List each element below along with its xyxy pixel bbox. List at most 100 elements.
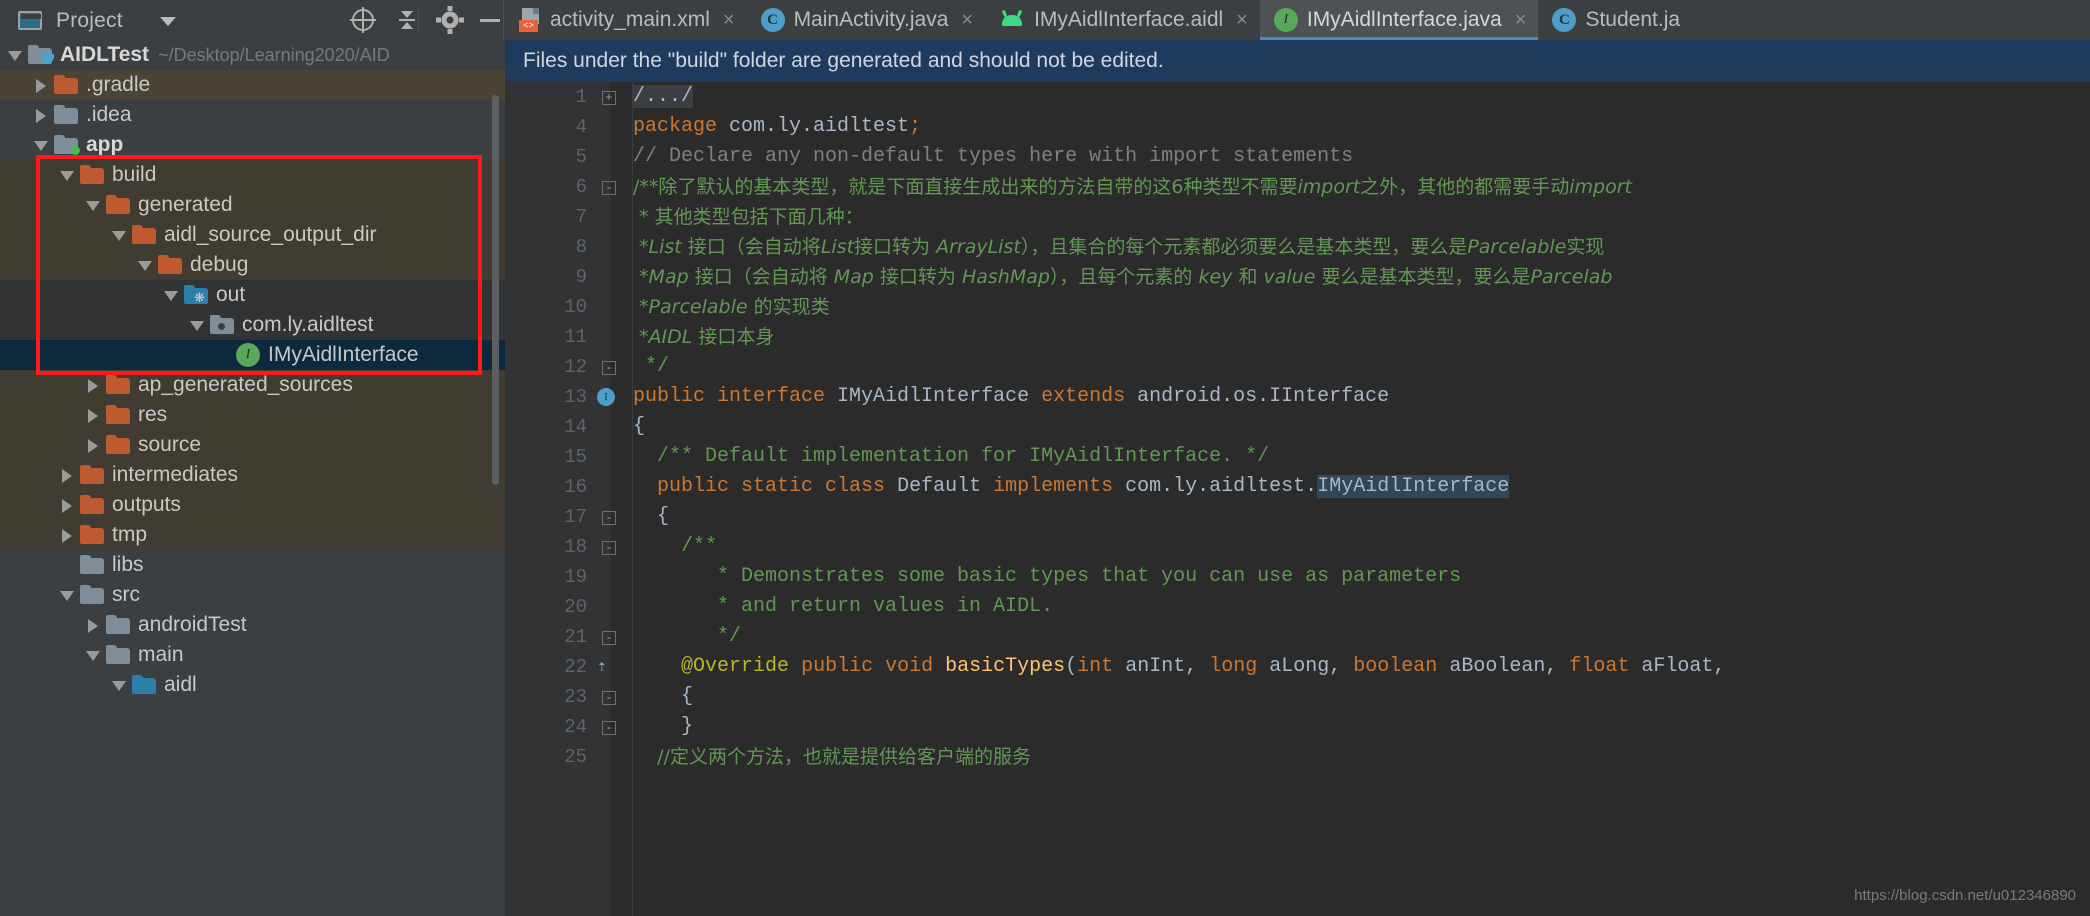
tree-item-androidtest[interactable]: androidTest	[0, 610, 505, 640]
editor-tab-3[interactable]: I IMyAidlInterface.java ×	[1259, 0, 1539, 40]
chevron-down-icon[interactable]	[34, 138, 48, 152]
fold-toggle-icon[interactable]: +	[602, 91, 616, 105]
chevron-down-icon[interactable]	[160, 17, 176, 26]
tree-item-app[interactable]: app	[0, 130, 505, 160]
code-line-1[interactable]: 1 + /.../	[505, 82, 2090, 112]
code-line-14[interactable]: 14 {	[505, 412, 2090, 442]
tree-item-build[interactable]: build	[0, 160, 505, 190]
chevron-down-icon[interactable]	[112, 228, 126, 242]
fold-toggle-icon[interactable]: -	[602, 631, 616, 645]
tree-item-imyaidlinterface[interactable]: I IMyAidlInterface	[0, 340, 505, 370]
chevron-right-icon[interactable]	[60, 498, 74, 513]
sidebar-scrollbar[interactable]	[492, 95, 499, 485]
editor-tab-0[interactable]: <> activity_main.xml ×	[505, 0, 747, 40]
chevron-down-icon[interactable]	[60, 168, 74, 182]
tree-item-generated[interactable]: generated	[0, 190, 505, 220]
code-line-8[interactable]: 8 *List 接口（会自动将List接口转为 ArrayList），且集合的每…	[505, 232, 2090, 262]
fold-toggle-icon[interactable]: -	[602, 541, 616, 555]
code-line-5[interactable]: 5 // Declare any non-default types here w…	[505, 142, 2090, 172]
tree-item--gradle[interactable]: .gradle	[0, 70, 505, 100]
tree-item-intermediates[interactable]: intermediates	[0, 460, 505, 490]
tree-item-aidltest[interactable]: AIDLTest ~/Desktop/Learning2020/AID	[0, 40, 505, 70]
chevron-down-icon[interactable]	[86, 648, 100, 662]
folder-icon	[80, 165, 105, 185]
close-icon[interactable]: ×	[957, 10, 973, 30]
code-line-24[interactable]: 24 - }	[505, 712, 2090, 742]
code-line-12[interactable]: 12 - */	[505, 352, 2090, 382]
code-line-20[interactable]: 20 * and return values in AIDL.	[505, 592, 2090, 622]
fold-toggle-icon[interactable]: -	[602, 691, 616, 705]
tree-item-res[interactable]: res	[0, 400, 505, 430]
code-editor[interactable]: Files under the "build" folder are gener…	[505, 40, 2090, 916]
chevron-right-icon[interactable]	[86, 378, 100, 393]
chevron-down-icon[interactable]	[112, 678, 126, 692]
tree-item-com-ly-aidltest[interactable]: com.ly.aidltest	[0, 310, 505, 340]
code-line-25[interactable]: 25 //定义两个方法，也就是提供给客户端的服务	[505, 742, 2090, 772]
line-content: */	[633, 355, 670, 378]
tree-item-main[interactable]: main	[0, 640, 505, 670]
code-line-11[interactable]: 11 *AIDL 接口本身	[505, 322, 2090, 352]
line-number: 20	[564, 596, 587, 618]
code-line-18[interactable]: 18 - /**	[505, 532, 2090, 562]
tree-item-label: .gradle	[86, 73, 151, 96]
code-line-6[interactable]: 6 - /**除了默认的基本类型，就是下面直接生成出来的方法自带的这6种类型不需要i…	[505, 172, 2090, 202]
chevron-down-icon[interactable]	[190, 318, 204, 332]
tree-item-tmp[interactable]: tmp	[0, 520, 505, 550]
chevron-down-icon[interactable]	[138, 258, 152, 272]
close-icon[interactable]: ×	[719, 10, 735, 30]
code-line-15[interactable]: 15 /** Default implementation for IMyAid…	[505, 442, 2090, 472]
close-icon[interactable]: ×	[1511, 10, 1527, 30]
chevron-down-icon[interactable]	[60, 588, 74, 602]
locate-icon[interactable]	[343, 0, 383, 40]
chevron-right-icon[interactable]	[86, 438, 100, 453]
code-line-21[interactable]: 21 - */	[505, 622, 2090, 652]
project-tree-panel[interactable]: AIDLTest ~/Desktop/Learning2020/AID .gradl…	[0, 40, 505, 916]
chevron-right-icon[interactable]	[60, 468, 74, 483]
chevron-right-icon[interactable]	[34, 108, 48, 123]
override-gutter-icon[interactable]: ⇡	[597, 658, 615, 676]
tree-item-aidl-source-output-dir[interactable]: aidl_source_output_dir	[0, 220, 505, 250]
code-line-23[interactable]: 23 - {	[505, 682, 2090, 712]
tree-item-outputs[interactable]: outputs	[0, 490, 505, 520]
tree-item-aidl[interactable]: aidl	[0, 670, 505, 700]
chevron-down-icon[interactable]	[86, 198, 100, 212]
chevron-right-icon[interactable]	[60, 528, 74, 543]
gear-icon[interactable]	[430, 0, 470, 40]
chevron-right-icon[interactable]	[86, 618, 100, 633]
interface-gutter-icon[interactable]: I	[597, 388, 615, 406]
chevron-down-icon[interactable]	[8, 48, 22, 62]
chevron-right-icon[interactable]	[34, 78, 48, 93]
fold-toggle-icon[interactable]: -	[602, 511, 616, 525]
fold-toggle-icon[interactable]: -	[602, 721, 616, 735]
tree-item-ap-generated-sources[interactable]: ap_generated_sources	[0, 370, 505, 400]
fold-toggle-icon[interactable]: -	[602, 181, 616, 195]
code-line-13[interactable]: 13 Ipublic interface IMyAidlInterface ext…	[505, 382, 2090, 412]
fold-toggle-icon[interactable]: -	[602, 361, 616, 375]
tree-item-out[interactable]: ❋ out	[0, 280, 505, 310]
minimize-icon[interactable]	[470, 0, 510, 40]
tree-item-label: generated	[138, 193, 233, 216]
tree-item-source[interactable]: source	[0, 430, 505, 460]
code-lines[interactable]: 1 + /.../ 4 package com.ly.aidltest; 5 // Decl…	[505, 82, 2090, 916]
code-line-22[interactable]: 22 ⇡ @Override public void basicTypes(int…	[505, 652, 2090, 682]
tree-item-debug[interactable]: debug	[0, 250, 505, 280]
code-line-10[interactable]: 10 *Parcelable 的实现类	[505, 292, 2090, 322]
code-line-19[interactable]: 19 * Demonstrates some basic types that …	[505, 562, 2090, 592]
editor-tab-strip: <> activity_main.xml × C MainActivity.java × I…	[505, 0, 2090, 40]
editor-tab-2[interactable]: IMyAidlInterface.aidl ×	[985, 0, 1260, 40]
code-line-17[interactable]: 17 - {	[505, 502, 2090, 532]
module-folder-icon	[54, 135, 80, 155]
editor-tab-1[interactable]: C MainActivity.java ×	[747, 0, 986, 40]
chevron-down-icon[interactable]	[164, 288, 178, 302]
chevron-right-icon[interactable]	[86, 408, 100, 423]
tree-item-libs[interactable]: libs	[0, 550, 505, 580]
tree-item-src[interactable]: src	[0, 580, 505, 610]
code-line-16[interactable]: 16 public static class Default implement…	[505, 472, 2090, 502]
code-line-7[interactable]: 7 * 其他类型包括下面几种：	[505, 202, 2090, 232]
editor-tab-4[interactable]: C Student.ja	[1538, 0, 1692, 40]
collapse-all-icon[interactable]	[387, 0, 427, 40]
code-line-4[interactable]: 4 package com.ly.aidltest;	[505, 112, 2090, 142]
tree-item--idea[interactable]: .idea	[0, 100, 505, 130]
close-icon[interactable]: ×	[1232, 10, 1248, 30]
code-line-9[interactable]: 9 *Map 接口（会自动将 Map 接口转为 HashMap），且每个元素的 …	[505, 262, 2090, 292]
